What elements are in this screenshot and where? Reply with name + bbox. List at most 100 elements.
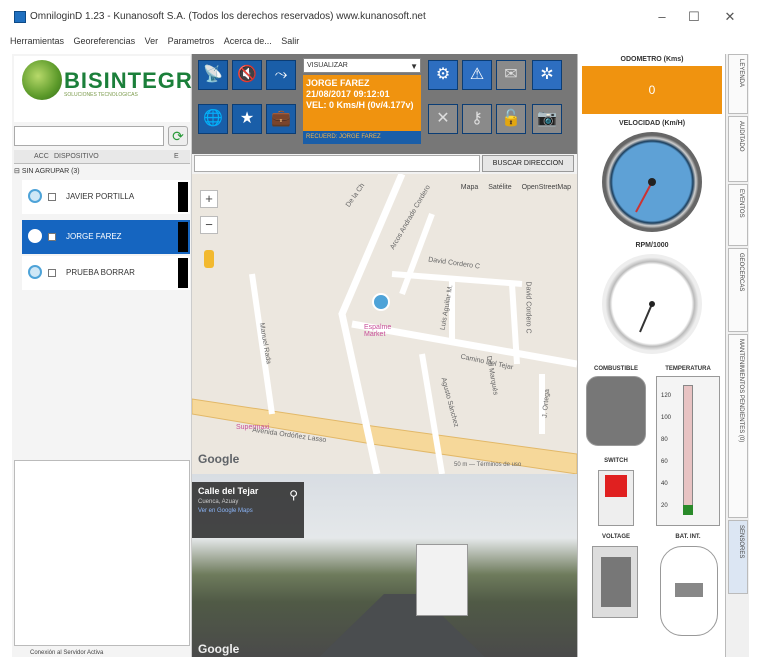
device-row-selected[interactable]: JORGE FAREZ bbox=[22, 220, 190, 254]
header-e[interactable]: E bbox=[174, 150, 179, 164]
side-tabs: LEYENDA AUDITADO EVENTOS GEOCERCAS MANTE… bbox=[725, 54, 749, 657]
tab-leyenda[interactable]: LEYENDA bbox=[728, 54, 748, 114]
rpm-gauge bbox=[602, 254, 702, 354]
menu-herramientas[interactable]: Herramientas bbox=[10, 36, 64, 46]
device-status-indicator bbox=[178, 258, 188, 288]
speed-label: VELOCIDAD (Km/H) bbox=[618, 120, 686, 127]
voltage-label: VOLTAGE bbox=[601, 534, 631, 540]
tab-sensores[interactable]: SENSORES bbox=[728, 520, 748, 594]
streetview-link[interactable]: Ver en Google Maps bbox=[198, 508, 298, 514]
menu-georeferencias[interactable]: Georeferencias bbox=[74, 36, 136, 46]
tab-geocercas[interactable]: GEOCERCAS bbox=[728, 248, 748, 332]
battery-label: BAT. INT. bbox=[675, 534, 701, 540]
vehicle-info-box: JORGE FAREZ 21/08/2017 09:12:01 VEL: 0 K… bbox=[303, 75, 421, 131]
header-acc[interactable]: ACC bbox=[34, 150, 49, 164]
unlock-icon[interactable]: 🔓 bbox=[496, 104, 526, 134]
camera-icon[interactable]: 📷 bbox=[532, 104, 562, 134]
truck-image bbox=[416, 544, 468, 616]
device-list-header: ACC DISPOSITIVO E bbox=[14, 150, 190, 164]
satellite-icon[interactable]: 📡 bbox=[198, 60, 228, 90]
close-button[interactable]: ✕ bbox=[718, 8, 742, 26]
device-name: JORGE FAREZ bbox=[66, 232, 122, 241]
menu-acerca-de[interactable]: Acerca de... bbox=[224, 36, 272, 46]
temperature-scale: 120 100 80 60 40 20 bbox=[661, 393, 672, 509]
layer-map[interactable]: Mapa bbox=[461, 184, 479, 191]
company-logo: BISINTEGRA SOLUCIONES TECNOLOGICAS bbox=[14, 56, 209, 122]
rpm-needle-icon bbox=[639, 301, 655, 333]
switch-label: SWITCH bbox=[604, 458, 628, 464]
streetview-card: Calle del Tejar Cuenca, Azuay Ver en Goo… bbox=[192, 482, 304, 538]
search-address-button[interactable]: BUSCAR DIRECCION bbox=[482, 155, 574, 172]
location-pin-icon bbox=[28, 229, 42, 243]
google-logo: Google bbox=[198, 452, 240, 466]
group-label: SIN AGRUPAR (3) bbox=[21, 168, 80, 175]
maximize-button[interactable]: ☐ bbox=[682, 8, 706, 26]
route-icon[interactable]: ⤳ bbox=[266, 60, 296, 90]
device-status-indicator bbox=[178, 182, 188, 212]
streetview-location: Cuenca, Azuay bbox=[198, 499, 239, 505]
collapse-icon[interactable]: ⊟ bbox=[14, 168, 22, 175]
address-input[interactable] bbox=[194, 155, 480, 172]
refresh-icon[interactable]: ⟳ bbox=[168, 126, 188, 146]
warning-icon[interactable]: ⚠ bbox=[462, 60, 492, 90]
pegman-icon[interactable] bbox=[204, 250, 214, 268]
star-icon[interactable]: ★ bbox=[232, 104, 262, 134]
wrench-cross-icon[interactable]: ✕ bbox=[428, 104, 458, 134]
globe-logo-icon bbox=[22, 60, 62, 100]
tab-auditado[interactable]: AUDITADO bbox=[728, 116, 748, 182]
device-search-input[interactable] bbox=[14, 126, 164, 146]
briefcase-icon[interactable]: 💼 bbox=[266, 104, 296, 134]
speed-needle-icon bbox=[635, 178, 656, 213]
place-label: Supermaxi bbox=[236, 424, 270, 431]
engine-icon[interactable]: ⚙ bbox=[428, 60, 458, 90]
temperature-label: TEMPERATURA bbox=[665, 366, 711, 372]
tab-eventos[interactable]: EVENTOS bbox=[728, 184, 748, 246]
menu-bar: Herramientas Georeferencias Ver Parametr… bbox=[10, 36, 570, 50]
connection-status: Conexión al Servidor Activa bbox=[30, 650, 104, 656]
menu-ver[interactable]: Ver bbox=[145, 36, 159, 46]
speedometer-gauge bbox=[602, 132, 702, 232]
map-footer[interactable]: 50 m — Términos de uso bbox=[454, 462, 521, 468]
device-row[interactable]: JAVIER PORTILLA bbox=[22, 180, 190, 214]
gauges-panel: ODOMETRO (Kms) 0 VELOCIDAD (Km/H) RPM/10… bbox=[577, 54, 725, 657]
layer-satellite[interactable]: Satélite bbox=[488, 184, 511, 191]
info-driver: JORGE FAREZ bbox=[306, 78, 370, 88]
place-label: Espalme Market bbox=[364, 324, 392, 338]
tab-mantenimientos[interactable]: MANTENIMIENTOS PENDIENTES (0) bbox=[728, 334, 748, 518]
device-checkbox[interactable] bbox=[48, 269, 56, 277]
thermometer-icon bbox=[683, 385, 693, 515]
location-pin-icon bbox=[28, 189, 42, 203]
zoom-out-button[interactable]: − bbox=[200, 216, 218, 234]
google-logo: Google bbox=[198, 642, 240, 656]
minimize-button[interactable]: – bbox=[650, 8, 674, 26]
zoom-in-button[interactable]: + bbox=[200, 190, 218, 208]
device-name: PRUEBA BORRAR bbox=[66, 268, 135, 277]
fuel-gauge bbox=[586, 376, 646, 446]
visualize-select-value: VISUALIZAR bbox=[307, 62, 348, 69]
mute-icon[interactable]: 🔇 bbox=[232, 60, 262, 90]
street-view[interactable]: Calle del Tejar Cuenca, Azuay Ver en Goo… bbox=[192, 474, 577, 657]
tools-icon[interactable]: ✲ bbox=[532, 60, 562, 90]
device-checkbox[interactable] bbox=[48, 193, 56, 201]
message-icon[interactable]: ✉ bbox=[496, 60, 526, 90]
info-speed: VEL: 0 Kms/H (0v/4.177v) bbox=[306, 100, 414, 110]
temperature-gauge: 120 100 80 60 40 20 bbox=[656, 376, 720, 526]
logo-text: BISINTEGRA bbox=[64, 68, 210, 93]
device-row[interactable]: PRUEBA BORRAR bbox=[22, 256, 190, 290]
header-device[interactable]: DISPOSITIVO bbox=[54, 150, 99, 164]
menu-parametros[interactable]: Parametros bbox=[168, 36, 215, 46]
key-icon[interactable]: ⚷ bbox=[462, 104, 492, 134]
toolbar: 📡 🔇 ⤳ 🌐 ★ 💼 VISUALIZAR ▼ JORGE FAREZ 21/… bbox=[192, 54, 577, 154]
app-icon bbox=[14, 11, 26, 23]
location-pin-icon bbox=[28, 265, 42, 279]
visualize-select[interactable]: VISUALIZAR ▼ bbox=[303, 58, 421, 73]
device-checkbox[interactable] bbox=[48, 233, 56, 241]
map-view[interactable]: Mapa Satélite OpenStreetMap + − De la Ch… bbox=[192, 174, 577, 474]
layer-osm[interactable]: OpenStreetMap bbox=[522, 184, 571, 191]
info-datetime: 21/08/2017 09:12:01 bbox=[306, 89, 390, 99]
address-search-row: BUSCAR DIRECCION bbox=[192, 154, 577, 174]
menu-salir[interactable]: Salir bbox=[281, 36, 299, 46]
globe-icon[interactable]: 🌐 bbox=[198, 104, 228, 134]
logo-subtitle: SOLUCIONES TECNOLOGICAS bbox=[64, 92, 138, 98]
device-group[interactable]: ⊟ SIN AGRUPAR (3) bbox=[14, 166, 190, 178]
